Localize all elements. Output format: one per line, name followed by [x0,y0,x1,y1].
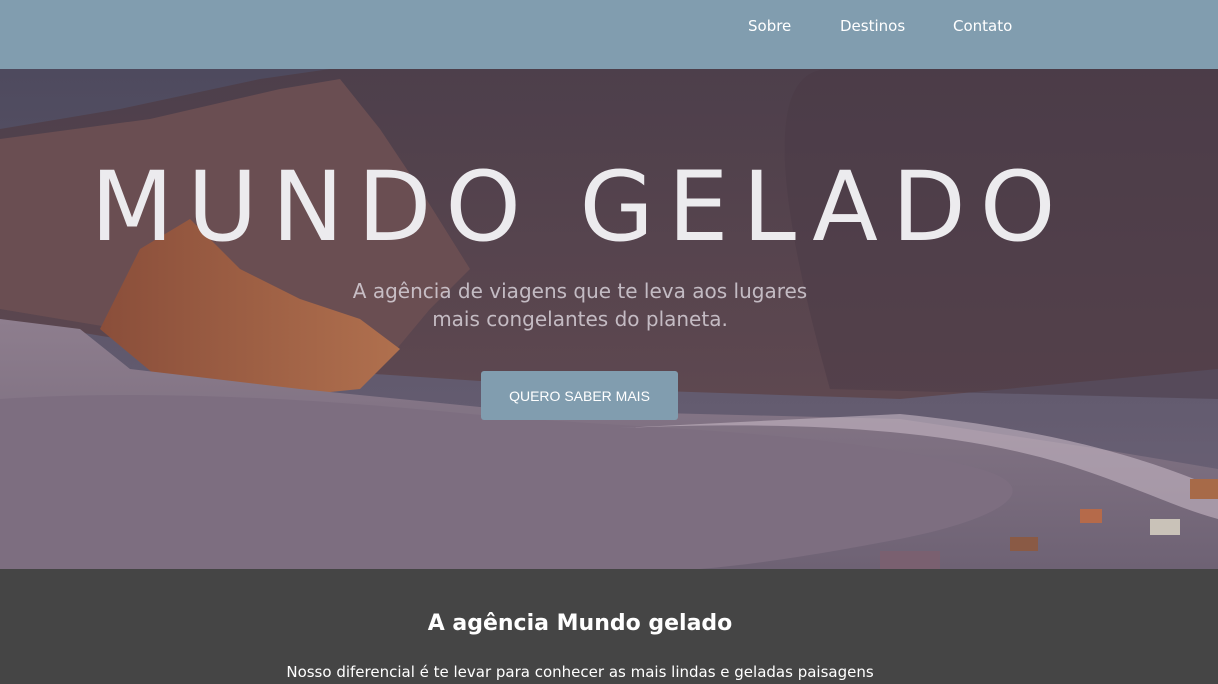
about-title: A agência Mundo gelado [427,611,733,636]
nav-link-sobre[interactable]: Sobre [748,17,791,35]
nav-link-destinos[interactable]: Destinos [840,17,905,35]
hero-title: MUNDO GELADO [90,151,1070,263]
hero-subtitle: A agência de viagens que te leva aos lug… [352,279,808,331]
nav-link-contato[interactable]: Contato [953,17,1012,35]
hero-section: MUNDO GELADO A agência de viagens que te… [0,69,1218,569]
navbar: Sobre Destinos Contato [0,0,1218,69]
about-section: A agência Mundo gelado Nosso diferencial… [0,569,1218,684]
nav-menu: Sobre Destinos Contato [0,0,1218,53]
cta-button[interactable]: QUERO SABER MAIS [481,371,678,420]
about-text: Nosso diferencial é te levar para conhec… [286,663,874,681]
